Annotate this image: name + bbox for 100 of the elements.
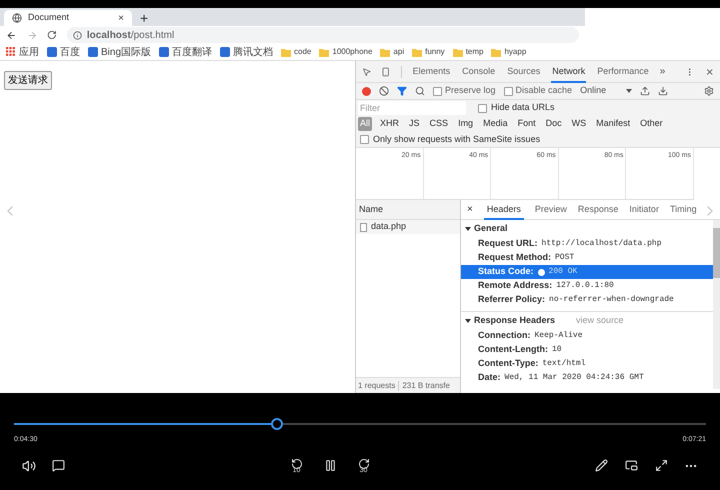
info-icon [72, 30, 82, 40]
more-tabs-button[interactable]: » [660, 64, 666, 79]
type-filter[interactable]: JS [407, 117, 422, 131]
detail-tab[interactable]: Timing [670, 200, 697, 220]
close-icon[interactable] [704, 66, 714, 76]
detail-tab[interactable]: Initiator [629, 200, 659, 220]
volume-icon[interactable] [22, 458, 36, 472]
send-request-button[interactable]: 发送请求 [4, 71, 52, 90]
filter-icon[interactable] [397, 86, 407, 96]
header-value: http://localhost/data.php [542, 238, 662, 250]
mini-player-icon[interactable] [625, 459, 638, 472]
upload-icon[interactable] [640, 86, 650, 96]
folder-icon [380, 48, 390, 56]
header-value: 127.0.0.1:80 [556, 280, 614, 292]
detail-tab[interactable]: Headers [484, 200, 524, 220]
folder-icon [319, 48, 330, 56]
devtools-tab[interactable]: Elements [412, 60, 452, 82]
type-filter[interactable]: XHR [378, 117, 402, 131]
bookmark-item[interactable]: code [294, 46, 312, 58]
file-icon [360, 222, 367, 232]
bookmark-item[interactable]: temp [466, 46, 484, 58]
header-value: 10 [552, 344, 562, 356]
header-value: Keep-Alive [534, 330, 583, 342]
pause-icon[interactable] [324, 459, 336, 472]
new-tab-button[interactable]: + [140, 10, 148, 26]
header-value: POST [555, 252, 574, 264]
header-key: Request URL: [478, 237, 538, 251]
checkbox[interactable] [504, 86, 513, 96]
back-icon[interactable] [6, 30, 17, 40]
detail-tab[interactable]: Response [578, 200, 618, 220]
header-key: Content-Length: [478, 343, 548, 357]
bookmark-item[interactable]: 百度 [60, 44, 80, 60]
devtools-tab[interactable]: Performance [596, 60, 650, 82]
header-key: Date: [478, 371, 501, 385]
expand-arrow-icon[interactable] [465, 318, 471, 324]
search-icon[interactable] [415, 86, 425, 96]
type-filter[interactable]: WS [570, 117, 588, 131]
section-title[interactable]: General [474, 222, 508, 236]
checkbox[interactable] [478, 104, 487, 112]
header-value: no-referrer-when-downgrade [549, 294, 674, 306]
bookmark-item[interactable]: 应用 [19, 44, 39, 60]
caret-icon [626, 89, 632, 93]
checkbox[interactable] [433, 86, 442, 96]
folder-icon [281, 48, 292, 56]
request-row[interactable]: data.php [356, 220, 460, 234]
address-bar[interactable]: localhost/post.html [66, 27, 580, 43]
pencil-icon[interactable] [595, 459, 608, 472]
settings-icon[interactable] [704, 86, 714, 96]
section-title[interactable]: Response Headers [474, 314, 556, 328]
subtitles-icon[interactable] [52, 459, 65, 472]
option-label: Preserve log [445, 84, 496, 98]
globe-icon [12, 13, 22, 23]
column-header: Name [359, 202, 384, 216]
fullscreen-icon[interactable] [655, 459, 668, 472]
type-filter[interactable]: CSS [428, 117, 450, 131]
type-filter[interactable]: Other [638, 117, 665, 131]
scrollbar[interactable] [713, 220, 720, 389]
seek-bar[interactable] [14, 417, 706, 431]
header-key: Connection: [478, 329, 530, 343]
reload-icon[interactable] [47, 30, 57, 40]
header-key: Remote Address: [478, 279, 552, 293]
site-icon [88, 47, 98, 57]
status-text: 231 B transfe [402, 380, 450, 392]
bookmark-item[interactable]: api [393, 46, 404, 58]
filter-field[interactable]: Filter [358, 101, 466, 115]
bookmark-item[interactable]: 1000phone [332, 46, 372, 58]
record-button[interactable] [362, 86, 371, 96]
clear-icon[interactable] [379, 86, 389, 96]
type-filter[interactable]: Img [456, 117, 476, 131]
header-value: Wed, 11 Mar 2020 04:24:36 GMT [504, 372, 644, 384]
site-icon [220, 47, 230, 57]
bookmark-item[interactable]: hyapp [504, 46, 526, 58]
download-icon[interactable] [658, 86, 668, 96]
device-icon[interactable] [381, 66, 391, 76]
throttle-select[interactable]: Online [580, 84, 632, 98]
devtools-tab[interactable]: Sources [506, 60, 542, 82]
apps-grid-icon [6, 47, 16, 57]
expand-arrow-icon[interactable] [465, 226, 471, 232]
type-filter[interactable]: Doc [544, 117, 564, 131]
inspect-icon[interactable] [362, 66, 372, 76]
type-filter[interactable]: Font [516, 117, 538, 131]
bookmark-item[interactable]: 腾讯文档 [233, 44, 274, 60]
checkbox[interactable] [360, 135, 369, 144]
close-tab-button[interactable]: × [118, 10, 124, 26]
close-detail-button[interactable]: × [467, 202, 473, 217]
bookmark-item[interactable]: Bing国际版 [101, 44, 152, 60]
bookmark-item[interactable]: funny [425, 46, 445, 58]
bookmark-item[interactable]: 百度翻译 [172, 44, 212, 60]
site-icon [47, 47, 57, 57]
detail-tab[interactable]: Preview [534, 200, 567, 220]
header-key: Status Code: [478, 265, 534, 279]
type-filter[interactable]: Media [481, 117, 510, 131]
folder-icon [452, 48, 463, 56]
option-label: Disable cache [516, 84, 572, 98]
folder-icon [412, 48, 422, 56]
url-text: localhost/post.html [86, 28, 174, 42]
type-filter[interactable]: Manifest [594, 117, 632, 131]
devtools-tab[interactable]: Console [461, 60, 496, 82]
browser-tab[interactable]: Document × [4, 10, 132, 26]
seek-thumb[interactable] [270, 418, 283, 430]
